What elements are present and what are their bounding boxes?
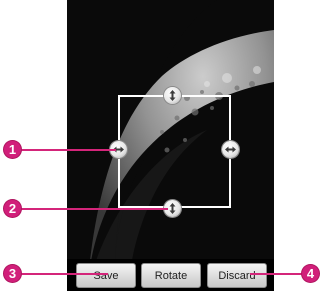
discard-button[interactable]: Discard — [207, 263, 267, 288]
callout-marker-3: 3 — [4, 265, 21, 282]
callout-marker-2: 2 — [4, 200, 21, 217]
crop-handle-right[interactable] — [222, 141, 239, 158]
crop-handle-top[interactable] — [164, 87, 181, 104]
rotate-button[interactable]: Rotate — [141, 263, 201, 288]
crop-frame[interactable] — [118, 95, 231, 208]
left-right-arrow-icon — [225, 146, 236, 153]
callout-marker-1: 1 — [4, 141, 21, 158]
callout-line-2 — [20, 208, 168, 210]
callout-line-1 — [20, 149, 116, 151]
callout-line-4 — [250, 273, 302, 275]
bottom-toolbar: Save Rotate Discard — [67, 259, 274, 291]
up-down-arrow-icon — [169, 90, 176, 101]
callout-line-3 — [20, 273, 108, 275]
callout-marker-4: 4 — [302, 265, 319, 282]
save-button[interactable]: Save — [76, 263, 136, 288]
